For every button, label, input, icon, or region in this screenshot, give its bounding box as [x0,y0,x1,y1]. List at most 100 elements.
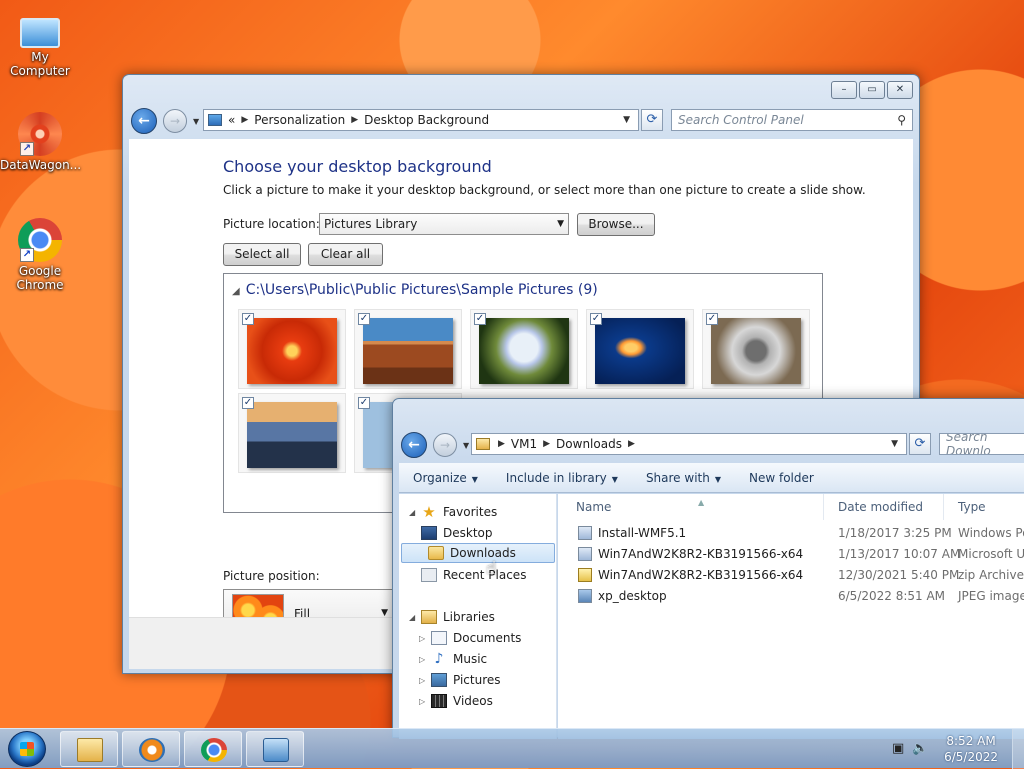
desktop-icon-datawagon[interactable]: ↗ DataWagon... [0,112,82,172]
nav-item-music[interactable]: ▷ ♪ Music [419,649,487,669]
column-header-name[interactable]: ▲ Name [562,494,824,520]
nav-item-videos[interactable]: ▷ Videos [419,691,493,711]
volume-icon[interactable]: 🔈 [912,741,928,757]
system-tray: ▣ 🔈 8:52 AM 6/5/2022 [890,729,1024,769]
file-date: 1/18/2017 3:25 PM [838,526,952,540]
network-icon[interactable]: ▣ [890,741,906,757]
nav-item-documents[interactable]: ▷ Documents [419,628,521,648]
breadcrumb-desktop-background[interactable]: Desktop Background [364,113,489,127]
clock[interactable]: 8:52 AM 6/5/2022 [944,733,998,765]
file-type: Windows Po [958,526,1024,540]
taskbar-control-panel-button[interactable] [246,731,304,767]
expand-icon[interactable]: ▷ [419,634,431,643]
file-row[interactable]: Install-WMF5.1 1/18/2017 3:25 PM Windows… [558,523,1024,544]
collapse-icon[interactable]: ◢ [232,286,240,297]
recent-pages-dropdown[interactable]: ▼ [463,441,469,450]
desktop-icon-google-chrome[interactable]: ↗ Google Chrome [0,218,80,292]
back-button[interactable]: ← [131,108,157,134]
share-with-menu[interactable]: Share with ▼ [632,471,735,485]
hydrangeas-image [479,318,569,384]
address-dropdown-icon[interactable]: ▼ [887,439,902,449]
taskbar-media-player-button[interactable] [122,731,180,767]
shortcut-arrow-icon: ↗ [20,142,34,156]
hand-cursor-icon: ☝ [486,558,497,579]
search-input[interactable]: Search Control Panel ⚲ [671,109,913,131]
file-row[interactable]: xp_desktop 6/5/2022 8:51 AM JPEG image [558,586,1024,607]
organize-menu[interactable]: Organize ▼ [399,471,492,485]
file-name: xp_desktop [598,589,667,603]
file-row[interactable]: Win7AndW2K8R2-KB3191566-x64 1/13/2017 10… [558,544,1024,565]
thumbnail-chrysanthemum[interactable]: ✓ [238,309,346,389]
nav-item-favorites[interactable]: ◢ ★ Favorites [409,502,497,522]
select-all-button[interactable]: Select all [223,243,301,266]
search-placeholder: Search Downlo [946,433,991,455]
chevron-down-icon: ▼ [557,219,564,229]
chrysanthemum-image [247,318,337,384]
minimize-button[interactable]: – [831,81,857,99]
nav-item-downloads[interactable]: Downloads [401,543,555,563]
thumbnail-checkbox[interactable]: ✓ [590,313,602,325]
desktop-icon-my-computer[interactable]: My Computer [0,10,80,78]
expand-icon[interactable]: ▷ [419,676,431,685]
breadcrumb-downloads[interactable]: Downloads [556,437,622,451]
folder-group-header[interactable]: ◢ C:\Users\Public\Public Pictures\Sample … [232,282,598,298]
expand-icon[interactable]: ▷ [419,655,431,664]
forward-button[interactable]: → [433,433,457,457]
clear-all-button[interactable]: Clear all [308,243,383,266]
search-input[interactable]: Search Downlo [939,433,1024,455]
breadcrumb-vm1[interactable]: VM1 [511,437,537,451]
caption-buttons: – ▭ ✕ [831,81,913,99]
thumbnail-hydrangeas[interactable]: ✓ [470,309,578,389]
taskbar-chrome-button[interactable] [184,731,242,767]
browse-button[interactable]: Browse... [577,213,655,236]
desktop-icon-label: DataWagon... [0,158,82,172]
breadcrumb-separator-icon: ▶ [241,115,249,125]
thumbnail-checkbox[interactable]: ✓ [242,313,254,325]
refresh-button[interactable]: ⟳ [641,109,663,131]
file-name: Install-WMF5.1 [598,526,687,540]
address-bar[interactable]: « ▶ Personalization ▶ Desktop Background… [203,109,639,131]
thumbnail-lighthouse[interactable]: ✓ [238,393,346,473]
breadcrumb-personalization[interactable]: Personalization [254,113,345,127]
new-folder-button[interactable]: New folder [735,471,828,485]
thumbnail-checkbox[interactable]: ✓ [358,313,370,325]
taskbar: ▣ 🔈 8:52 AM 6/5/2022 [0,728,1024,769]
show-desktop-button[interactable] [1012,729,1024,769]
thumbnail-checkbox[interactable]: ✓ [706,313,718,325]
expand-icon[interactable]: ◢ [409,508,421,517]
thumbnail-checkbox[interactable]: ✓ [242,397,254,409]
picture-location-value: Pictures Library [324,217,418,231]
nav-item-libraries[interactable]: ◢ Libraries [409,607,495,627]
nav-item-desktop[interactable]: Desktop [421,523,493,543]
nav-item-pictures[interactable]: ▷ Pictures [419,670,501,690]
thumbnail-checkbox[interactable]: ✓ [474,313,486,325]
recent-pages-dropdown[interactable]: ▼ [193,117,199,126]
include-in-library-menu[interactable]: Include in library ▼ [492,471,632,485]
picture-location-select[interactable]: Pictures Library ▼ [319,213,569,235]
thumbnail-koala[interactable]: ✓ [702,309,810,389]
thumbnail-desert[interactable]: ✓ [354,309,462,389]
file-type: Microsoft Up [958,547,1024,561]
desktop-icon-label: Google Chrome [16,264,64,292]
forward-button[interactable]: → [163,109,187,133]
thumbnail-checkbox[interactable]: ✓ [358,397,370,409]
taskbar-explorer-button[interactable] [60,731,118,767]
close-button[interactable]: ✕ [887,81,913,99]
breadcrumb-separator-icon: ▶ [543,439,551,449]
nav-item-recent-places[interactable]: Recent Places [421,565,526,585]
start-button[interactable] [8,731,46,767]
address-bar[interactable]: ▶ VM1 ▶ Downloads ▶ ▼ [471,433,907,455]
column-header-date-modified[interactable]: Date modified [824,494,944,520]
back-button[interactable]: ← [401,432,427,458]
expand-icon[interactable]: ◢ [409,613,421,622]
thumbnail-jellyfish[interactable]: ✓ [586,309,694,389]
update-package-icon [578,547,592,561]
expand-icon[interactable]: ▷ [419,697,431,706]
maximize-button[interactable]: ▭ [859,81,885,99]
file-row[interactable]: Win7AndW2K8R2-KB3191566-x64 12/30/2021 5… [558,565,1024,586]
address-dropdown-icon[interactable]: ▼ [619,115,634,125]
breadcrumb-overflow[interactable]: « [228,113,235,127]
column-header-type[interactable]: Type [944,494,1024,520]
refresh-button[interactable]: ⟳ [909,433,931,455]
file-type: zip Archive [958,568,1024,582]
